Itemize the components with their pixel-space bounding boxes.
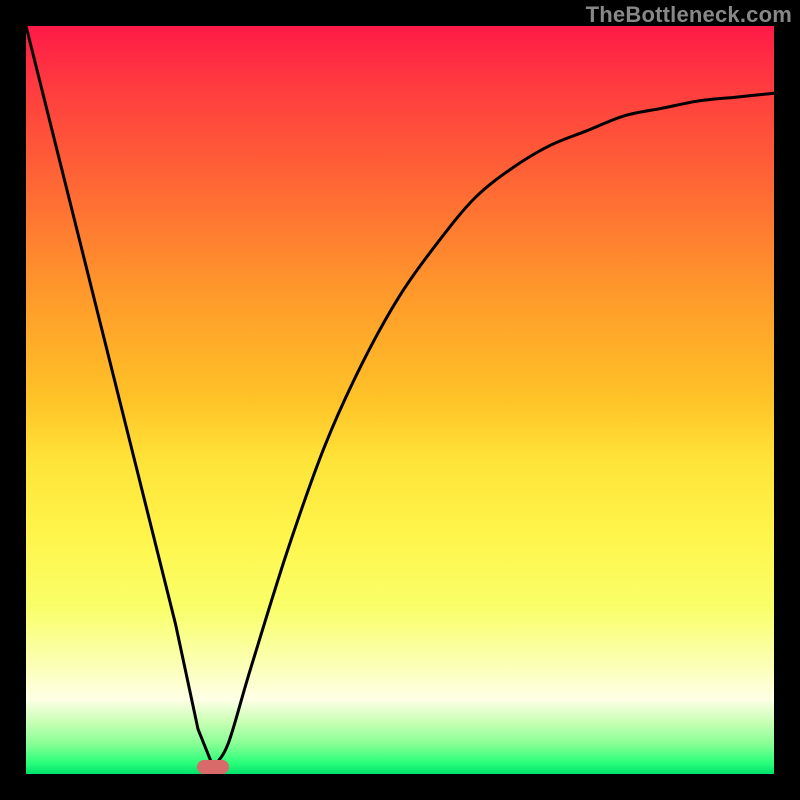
bottleneck-curve <box>26 26 774 774</box>
chart-frame: TheBottleneck.com <box>0 0 800 800</box>
plot-area <box>26 26 774 774</box>
min-marker <box>197 760 229 774</box>
watermark-text: TheBottleneck.com <box>586 2 792 28</box>
